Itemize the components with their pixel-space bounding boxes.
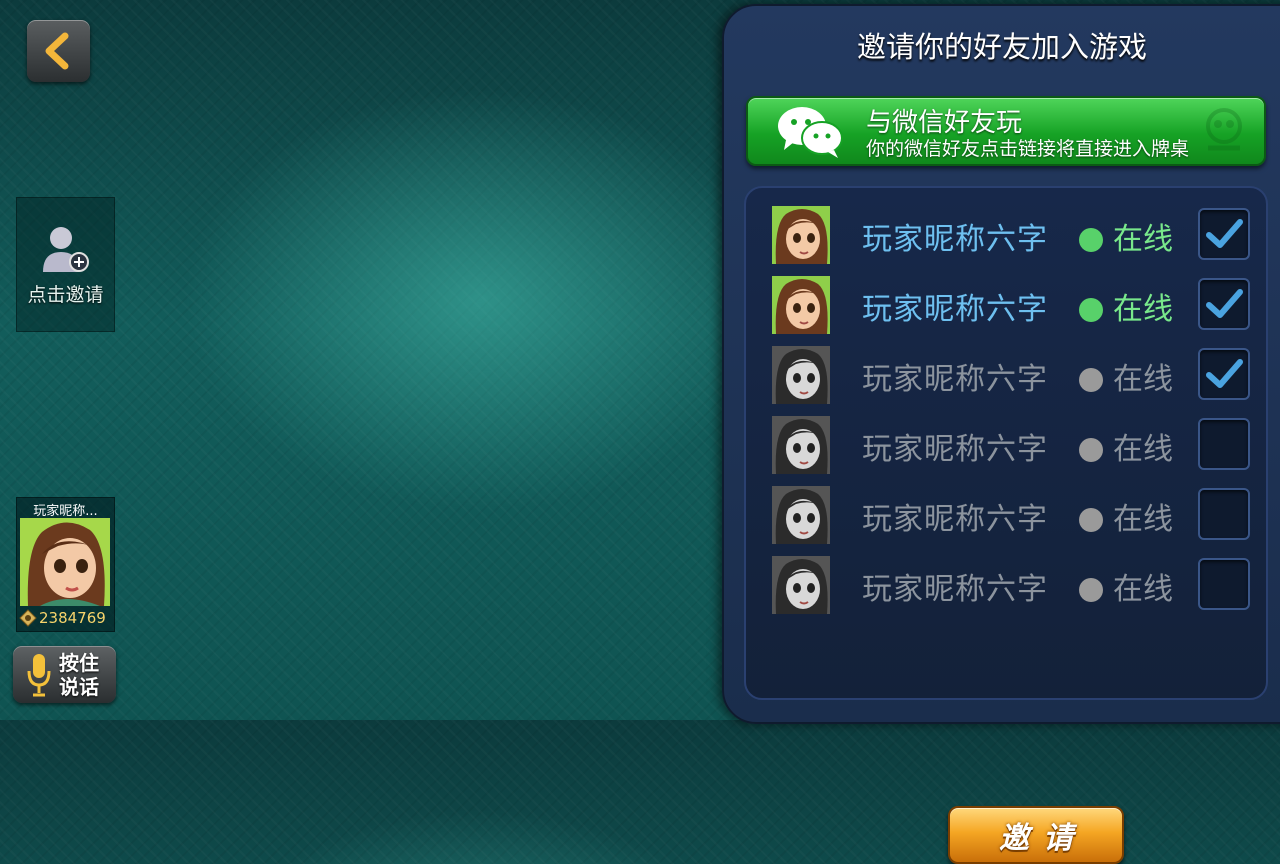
friend-status: 在线 (1113, 502, 1173, 537)
friend-name: 玩家昵称六字 (862, 222, 1048, 257)
voice-label-line1: 按住 (59, 650, 99, 675)
coin-balance: 2384769 (19, 608, 112, 628)
status-dot-icon (1079, 578, 1103, 602)
friend-status: 在线 (1113, 222, 1173, 257)
friend-avatar (772, 276, 830, 334)
friend-name: 玩家昵称六字 (862, 292, 1048, 327)
panel-title: 邀请你的好友加入游戏 (856, 30, 1147, 64)
send-invite-label: 邀请 (999, 821, 1087, 856)
friend-row[interactable]: 玩家昵称六字 在线 (746, 412, 1266, 476)
friend-list: 玩家昵称六字 在线 玩家昵称六字 在线 玩家昵称六字 在线 玩家昵称六字 在线 玩家昵称六字 在线… (744, 186, 1268, 864)
friend-row[interactable]: 玩家昵称六字 在线 (746, 202, 1266, 266)
add-user-icon (42, 227, 89, 272)
friend-select-checkbox[interactable] (1198, 348, 1250, 400)
friend-status: 在线 (1113, 292, 1173, 327)
friend-name: 玩家昵称六字 (862, 502, 1048, 537)
self-player-card[interactable]: 玩家昵称... 2384769 (16, 497, 115, 632)
wechat-button-subtitle: 你的微信好友点击链接将直接进入牌桌 (866, 138, 1190, 160)
wechat-icon (778, 107, 843, 158)
friend-row[interactable]: 玩家昵称六字 在线 (746, 272, 1266, 336)
send-invite-button[interactable]: 邀请 (948, 806, 1124, 864)
friend-select-checkbox[interactable] (1198, 278, 1250, 330)
coin-amount: 2384769 (39, 609, 106, 627)
friend-select-checkbox[interactable] (1198, 488, 1250, 540)
coin-icon (19, 609, 37, 627)
checkmark-icon (1206, 359, 1243, 388)
invite-friends-panel: 邀请你的好友加入游戏 与微信好友玩 你的微信好友点击链接将直接进入牌桌 玩家昵称… (722, 4, 1280, 864)
push-to-talk-button[interactable]: 按住 说话 (13, 646, 116, 703)
friend-name: 玩家昵称六字 (862, 362, 1048, 397)
status-dot-icon (1079, 228, 1103, 252)
friend-avatar (772, 346, 830, 404)
microphone-icon (27, 653, 51, 696)
friend-row[interactable]: 玩家昵称六字 在线 (746, 482, 1266, 546)
robot-decoration-icon (1206, 108, 1242, 151)
invite-seat-button[interactable]: 点击邀请 (16, 197, 115, 332)
status-dot-icon (1079, 368, 1103, 392)
checkmark-icon (1206, 289, 1243, 318)
friend-row[interactable]: 玩家昵称六字 在线 (746, 342, 1266, 406)
friend-select-checkbox[interactable] (1198, 208, 1250, 260)
friend-status: 在线 (1113, 572, 1173, 607)
status-dot-icon (1079, 508, 1103, 532)
chevron-left-icon (45, 32, 68, 70)
friend-avatar (772, 556, 830, 614)
friend-select-checkbox[interactable] (1198, 418, 1250, 470)
wechat-invite-button[interactable]: 与微信好友玩 你的微信好友点击链接将直接进入牌桌 (746, 96, 1266, 166)
status-dot-icon (1079, 298, 1103, 322)
friend-avatar (772, 206, 830, 264)
friend-name: 玩家昵称六字 (862, 572, 1048, 607)
invite-seat-label: 点击邀请 (27, 284, 104, 306)
player-name: 玩家昵称... (33, 504, 98, 519)
friend-avatar (772, 486, 830, 544)
friend-status: 在线 (1113, 362, 1173, 397)
avatar (20, 518, 110, 606)
back-button[interactable] (27, 20, 90, 82)
status-dot-icon (1079, 438, 1103, 462)
friend-row[interactable]: 玩家昵称六字 在线 (746, 552, 1266, 616)
friend-select-checkbox[interactable] (1198, 558, 1250, 610)
friend-status: 在线 (1113, 432, 1173, 467)
voice-label-line2: 说话 (59, 674, 99, 699)
friend-avatar (772, 416, 830, 474)
checkmark-icon (1206, 219, 1243, 248)
friend-name: 玩家昵称六字 (862, 432, 1048, 467)
